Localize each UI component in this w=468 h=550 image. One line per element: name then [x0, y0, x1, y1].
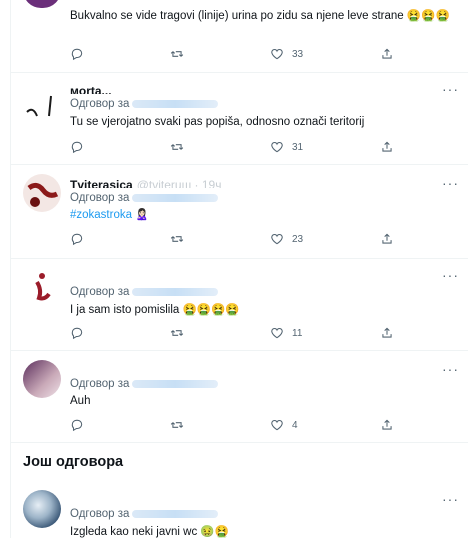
tweet-1[interactable]: Bukvalno se vide tragovi (linije) urina …	[11, 0, 468, 73]
reply-button[interactable]	[70, 326, 92, 340]
avatar-image	[27, 182, 59, 207]
reply-prefix: Одговор за	[70, 378, 130, 390]
retweet-icon	[170, 51, 184, 57]
tweet-text: Auh	[70, 395, 91, 407]
like-button[interactable]: 33	[270, 47, 303, 61]
retweet-button[interactable]	[170, 232, 192, 246]
reply-to: Одговор за	[70, 508, 219, 520]
share-button[interactable]	[380, 232, 394, 246]
reply-to: Одговор за	[70, 286, 219, 298]
like-count: 23	[292, 233, 304, 245]
reply-icon	[71, 233, 83, 246]
retweet-button[interactable]	[170, 326, 192, 340]
reply-prefix: Одговор за	[70, 286, 130, 298]
share-button[interactable]	[380, 140, 394, 154]
like-count: 31	[292, 141, 304, 153]
tweet-actions: 33	[70, 47, 450, 63]
author-display-name: Tviterasica	[70, 178, 133, 188]
retweet-icon	[170, 422, 184, 428]
reply-to-handle[interactable]	[132, 379, 219, 388]
avatar[interactable]	[23, 490, 61, 528]
reply-to-handle[interactable]	[132, 193, 219, 202]
tweet-text: Izgleda kao neki javni wc 🤢🤮	[70, 526, 230, 538]
tweet-actions: 11	[70, 326, 450, 342]
more-icon[interactable]: ···	[442, 176, 459, 190]
reply-to: Одговор за	[70, 192, 219, 204]
reply-icon	[71, 419, 83, 432]
like-button[interactable]: 11	[270, 326, 302, 340]
more-icon[interactable]: ···	[442, 268, 459, 282]
replies-feed: Bukvalno se vide tragovi (linije) urina …	[10, 0, 468, 538]
like-icon	[271, 142, 283, 153]
like-count: 4	[292, 419, 298, 431]
avatar[interactable]	[23, 0, 61, 8]
more-replies-heading: Још одговора	[23, 454, 124, 470]
retweet-button[interactable]	[170, 140, 192, 154]
tweet-5[interactable]: Одговор за Auh ··· 4	[11, 350, 468, 443]
share-button[interactable]	[380, 418, 394, 432]
author-name[interactable]: мorta...	[70, 84, 112, 94]
avatar-image	[35, 273, 51, 301]
tweet-actions: 4	[70, 418, 450, 434]
avatar[interactable]	[23, 174, 61, 212]
like-icon	[271, 420, 283, 431]
tweet-actions: 23	[70, 232, 450, 248]
avatar-image	[26, 95, 52, 117]
like-button[interactable]: 31	[270, 140, 303, 154]
more-icon[interactable]: ···	[442, 362, 459, 376]
reply-icon	[71, 141, 83, 154]
retweet-button[interactable]	[170, 47, 192, 61]
retweet-icon	[170, 236, 184, 242]
tweet-6[interactable]: Одговор за Izgleda kao neki javni wc 🤢🤮 …	[11, 480, 468, 550]
reply-prefix: Одговор за	[70, 98, 130, 110]
reply-button[interactable]	[70, 47, 92, 61]
reply-to-handle[interactable]	[132, 287, 219, 296]
more-icon[interactable]: ···	[442, 492, 459, 506]
tweet-3[interactable]: Tviterasica @tviteruш · 19ч Одговор за #z…	[11, 164, 468, 259]
tweet-text: Bukvalno se vide tragovi (linije) urina …	[70, 10, 450, 22]
tweet-4[interactable]: Одговор за I ja sam isto pomislila 🤮🤮🤮🤮 …	[11, 258, 468, 351]
like-count: 33	[292, 48, 304, 60]
tweet-text: I ja sam isto pomislila 🤮🤮🤮🤮	[70, 304, 240, 316]
share-button[interactable]	[380, 47, 394, 61]
like-button[interactable]: 23	[270, 232, 303, 246]
share-icon	[382, 141, 392, 152]
share-icon	[382, 327, 392, 338]
reply-button[interactable]	[70, 140, 92, 154]
avatar[interactable]	[23, 86, 61, 124]
reply-icon	[71, 48, 83, 61]
share-icon	[382, 419, 392, 430]
avatar[interactable]	[23, 360, 61, 398]
tweet-text: Tu se vjerojatno svaki pas popiša, odnos…	[70, 116, 365, 128]
like-count: 11	[292, 327, 303, 339]
author-name[interactable]: Tviterasica @tviteruш · 19ч	[70, 178, 221, 188]
like-icon	[271, 49, 283, 60]
share-icon	[382, 48, 392, 59]
share-icon	[382, 233, 392, 244]
retweet-icon	[170, 144, 184, 150]
tweet-2[interactable]: мorta... Одговор за Tu se vjerojatno sva…	[11, 72, 468, 165]
tweet-text: #zokastroka 🙎🏻‍♀️	[70, 208, 149, 221]
reply-to: Одговор за	[70, 378, 219, 390]
author-handle: @tviteruш · 19ч	[136, 178, 222, 188]
reply-prefix: Одговор за	[70, 508, 130, 520]
reply-prefix: Одговор за	[70, 192, 130, 204]
reply-to-handle[interactable]	[132, 509, 219, 518]
reply-button[interactable]	[70, 232, 92, 246]
like-icon	[271, 328, 283, 339]
like-button[interactable]: 4	[270, 418, 298, 432]
avatar[interactable]	[23, 266, 61, 304]
reply-button[interactable]	[70, 418, 92, 432]
retweet-button[interactable]	[170, 418, 192, 432]
emoji: 🙎🏻‍♀️	[135, 209, 149, 221]
share-button[interactable]	[380, 326, 394, 340]
hashtag-link[interactable]: #zokastroka	[70, 209, 132, 221]
retweet-icon	[170, 330, 184, 336]
reply-to-handle[interactable]	[132, 99, 219, 108]
tweet-actions: 31	[70, 140, 450, 156]
reply-icon	[71, 327, 83, 340]
like-icon	[271, 234, 283, 245]
reply-to: Одговор за	[70, 98, 219, 110]
more-icon[interactable]: ···	[442, 82, 459, 96]
